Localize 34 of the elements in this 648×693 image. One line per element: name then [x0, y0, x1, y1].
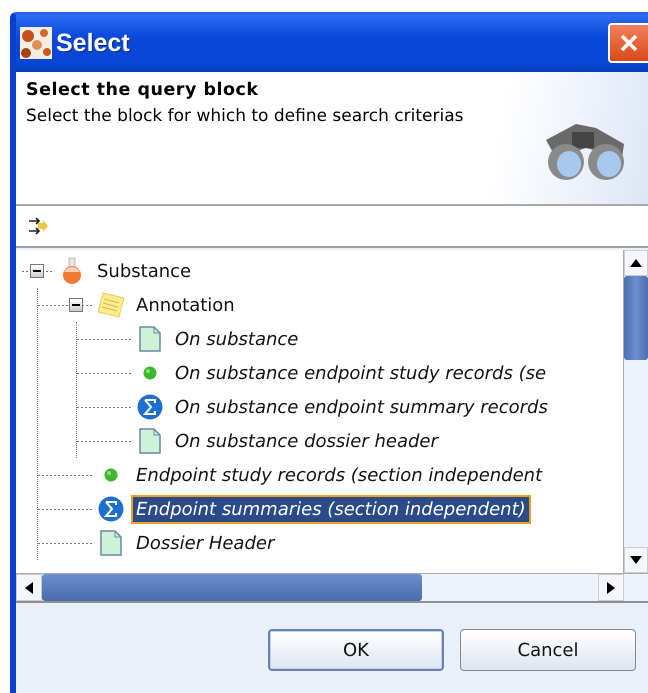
note-icon: [97, 292, 125, 318]
down-arrow-icon[interactable]: [630, 556, 642, 564]
scroll-thumb[interactable]: [624, 276, 648, 360]
tree-item[interactable]: On substance endpoint study records (se: [170, 358, 552, 388]
document-icon: [139, 326, 161, 352]
close-button[interactable]: [608, 23, 648, 63]
dialog-button[interactable]: OK: [268, 629, 444, 671]
tree-item[interactable]: Substance: [92, 256, 196, 286]
tree-item[interactable]: Dossier Header: [131, 528, 280, 558]
arrows-icon[interactable]: [28, 216, 48, 236]
header-description: Select the block for which to define search criterias: [26, 105, 464, 128]
right-arrow-icon[interactable]: [607, 582, 615, 594]
document-icon: [139, 428, 161, 454]
app-logo-icon: [20, 27, 52, 59]
tree-item[interactable]: On substance dossier header: [170, 426, 443, 456]
tree-item[interactable]: On substance endpoint summary records: [170, 392, 553, 422]
collapse-toggle[interactable]: [30, 264, 44, 278]
tree-item[interactable]: Annotation: [131, 290, 240, 320]
dot-icon: [143, 366, 157, 380]
header-title: Select the query block: [26, 80, 260, 100]
tree-item[interactable]: Endpoint summaries (section independent): [131, 494, 531, 524]
tree-item[interactable]: On substance: [170, 324, 304, 354]
collapse-toggle[interactable]: [69, 298, 83, 312]
scroll-thumb[interactable]: [42, 574, 422, 601]
vertical-scrollbar[interactable]: [623, 250, 648, 573]
dot-icon: [104, 468, 118, 482]
document-icon: [100, 530, 122, 556]
up-arrow-icon[interactable]: [630, 259, 642, 267]
dialog-button[interactable]: Cancel: [460, 629, 636, 671]
tree-item[interactable]: Endpoint study records (section independent: [131, 460, 548, 490]
window-title: Select: [56, 28, 130, 58]
left-arrow-icon[interactable]: [25, 582, 33, 594]
close-icon: [618, 32, 640, 54]
horizontal-scrollbar[interactable]: [16, 573, 648, 601]
